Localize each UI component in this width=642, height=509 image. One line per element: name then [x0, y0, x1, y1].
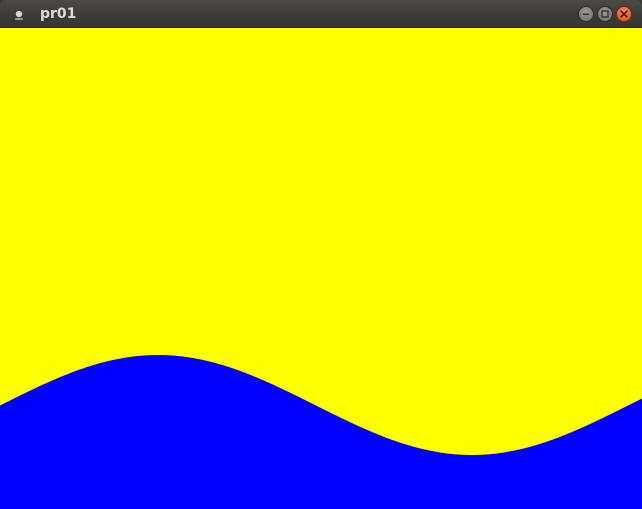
maximize-icon	[601, 10, 609, 18]
drawing-canvas[interactable]	[0, 28, 642, 509]
wave-canvas	[0, 28, 642, 509]
close-button[interactable]	[616, 6, 632, 22]
minimize-button[interactable]	[578, 6, 594, 22]
app-icon	[12, 7, 26, 21]
window-title: pr01	[40, 6, 77, 22]
maximize-button[interactable]	[597, 6, 613, 22]
title-bar[interactable]: pr01	[0, 0, 642, 28]
minimize-icon	[583, 13, 589, 16]
window-controls	[578, 6, 632, 22]
app-window: pr01	[0, 0, 642, 509]
close-icon	[620, 10, 628, 18]
